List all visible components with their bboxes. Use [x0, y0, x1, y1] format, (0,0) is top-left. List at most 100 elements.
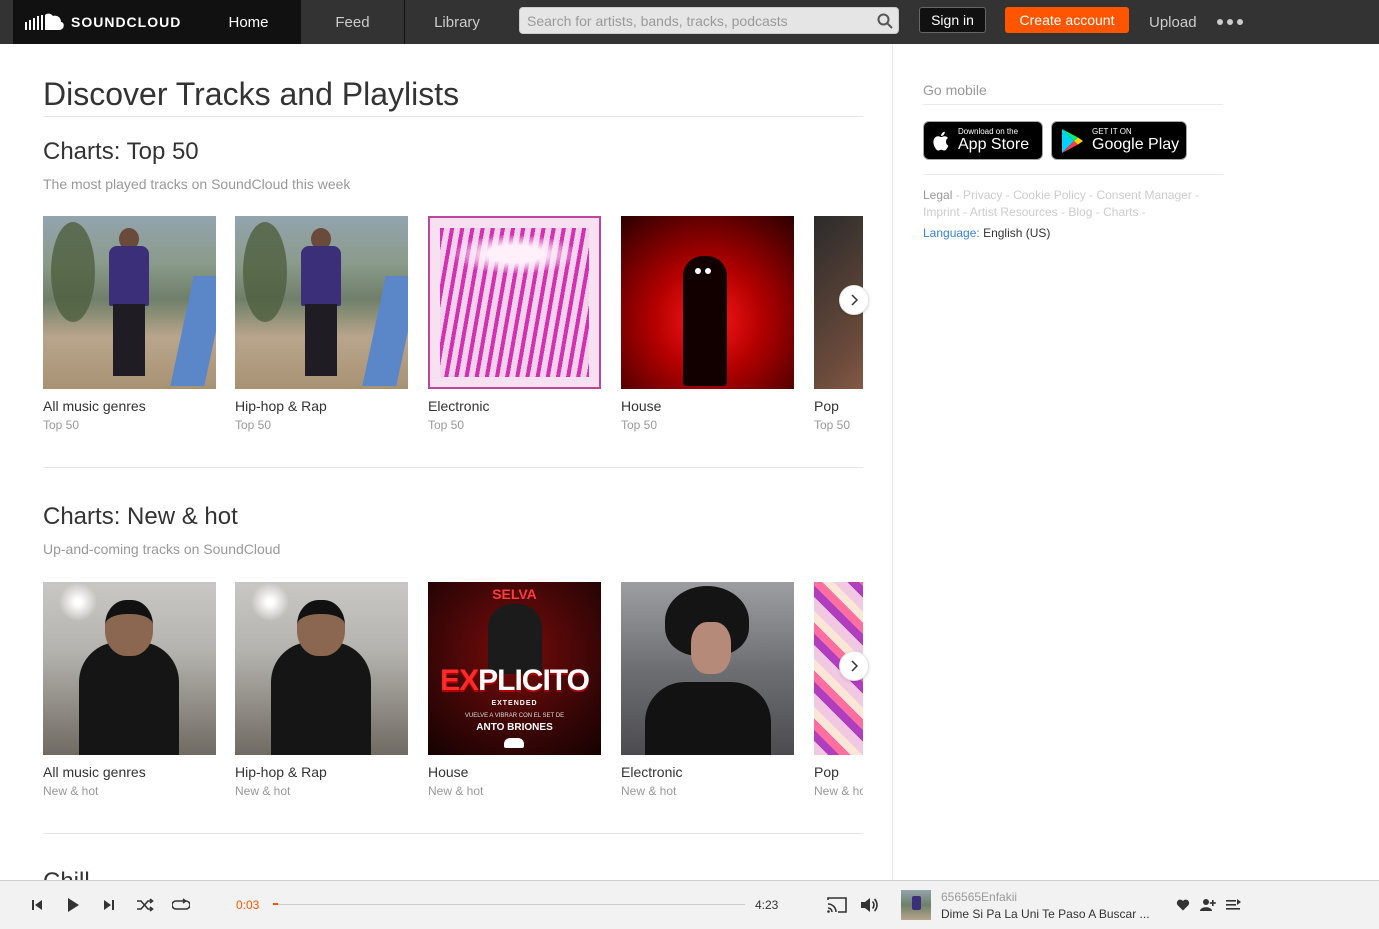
google-play-big-text: Google Play: [1092, 136, 1180, 153]
playlist-tile[interactable]: All music genres Top 50: [43, 216, 216, 432]
footer-link-artist-resources[interactable]: Artist Resources: [970, 205, 1058, 219]
section-top-50: Charts: Top 50 The most played tracks on…: [43, 138, 863, 432]
google-play-badge[interactable]: GET IT ON Google Play: [1051, 121, 1187, 160]
playlist-artwork[interactable]: [621, 582, 794, 755]
language-label[interactable]: Language:: [923, 226, 980, 240]
playlist-tile[interactable]: Electronic New & hot: [621, 582, 794, 798]
volume-button[interactable]: [858, 894, 880, 916]
playlist-title[interactable]: Hip-hop & Rap: [235, 764, 408, 780]
artwork-line1: VUELVE A VIBRAR CON EL SET DE: [464, 713, 565, 719]
soundcloud-cloud-icon: [25, 13, 64, 30]
now-playing-artist[interactable]: 656565Enfakii: [941, 890, 1017, 904]
playlist-title[interactable]: Electronic: [621, 764, 794, 780]
artwork-line2: ANTO BRIONES: [476, 722, 553, 733]
playlist-title[interactable]: House: [428, 764, 601, 780]
playlist-title[interactable]: Electronic: [428, 398, 601, 414]
like-button[interactable]: [1172, 894, 1194, 916]
footer-link-imprint[interactable]: Imprint: [923, 205, 960, 219]
repeat-icon: [172, 898, 190, 910]
heart-icon: [1176, 899, 1190, 911]
nav-home[interactable]: Home: [197, 0, 301, 44]
next-up-button[interactable]: [1222, 894, 1244, 916]
create-account-button[interactable]: Create account: [1005, 7, 1129, 33]
sign-in-button[interactable]: Sign in: [919, 7, 986, 33]
app-store-badge[interactable]: Download on the App Store: [923, 121, 1043, 160]
repeat-button[interactable]: [170, 894, 192, 916]
carousel-next-button[interactable]: [839, 285, 869, 315]
playlist-artwork[interactable]: [235, 582, 408, 755]
playlist-tile[interactable]: All music genres New & hot: [43, 582, 216, 798]
playlist-subtitle: New & hot: [43, 784, 99, 798]
playlist-artwork[interactable]: [428, 216, 601, 389]
playlist-title[interactable]: Hip-hop & Rap: [235, 398, 408, 414]
upload-link[interactable]: Upload: [1149, 0, 1197, 44]
playlist-artwork[interactable]: [621, 216, 794, 389]
nav-feed[interactable]: Feed: [301, 0, 405, 44]
playlist-artwork[interactable]: SELVA EXPLICITO EXTENDED VUELVE A VIBRAR…: [428, 582, 601, 755]
soundcloud-logo[interactable]: SOUNDCLOUD: [13, 0, 197, 44]
apple-icon: [933, 131, 949, 151]
right-sidebar: Go mobile Download on the App Store GET …: [892, 44, 1379, 880]
go-mobile-heading: Go mobile: [923, 82, 987, 98]
more-options-icon[interactable]: [1217, 12, 1243, 32]
artwork-explicito-text: EXPLICITO: [440, 664, 590, 697]
footer-link-cookie-policy[interactable]: Cookie Policy: [1013, 188, 1086, 202]
playlist-tile[interactable]: SELVA EXPLICITO EXTENDED VUELVE A VIBRAR…: [428, 582, 601, 798]
previous-track-button[interactable]: [26, 894, 48, 916]
footer-links: Legal - Privacy - Cookie Policy - Consen…: [923, 188, 1200, 219]
artwork-extended-text: EXTENDED: [491, 700, 538, 707]
app-store-big-text: App Store: [958, 136, 1030, 153]
language-selector[interactable]: Language: English (US): [923, 226, 1050, 240]
carousel-next-button[interactable]: [839, 651, 869, 681]
playlist-tile[interactable]: House Top 50: [621, 216, 794, 432]
section-subtitle: The most played tracks on SoundCloud thi…: [43, 176, 351, 192]
page-title: Discover Tracks and Playlists: [43, 76, 460, 112]
footer-link-legal[interactable]: Legal: [923, 188, 952, 202]
playlist-tile[interactable]: Pop Top 50: [814, 216, 863, 432]
playlist-title[interactable]: All music genres: [43, 398, 216, 414]
current-time: 0:03: [236, 898, 260, 912]
footer-link-charts[interactable]: Charts: [1103, 205, 1138, 219]
section-new-hot: Charts: New & hot Up-and-coming tracks o…: [43, 503, 863, 798]
playlist-artwork[interactable]: [43, 582, 216, 755]
soundcloud-mini-logo-icon: [504, 738, 524, 748]
playlist-tile[interactable]: Hip-hop & Rap Top 50: [235, 216, 408, 432]
playlist-title[interactable]: Pop: [814, 764, 863, 780]
playlist-artwork[interactable]: [235, 216, 408, 389]
track-duration: 4:23: [755, 898, 779, 912]
search-input[interactable]: [520, 8, 872, 33]
playback-bar: 0:03 4:23 656565Enfakii Dime Si Pa La Un…: [0, 880, 1379, 929]
playlist-artwork[interactable]: [43, 216, 216, 389]
playlist-tile[interactable]: Electronic Top 50: [428, 216, 601, 432]
playlist-title[interactable]: All music genres: [43, 764, 216, 780]
chevron-right-icon: [851, 294, 858, 306]
next-track-button[interactable]: [98, 894, 120, 916]
playlist-subtitle: Top 50: [621, 418, 658, 432]
playlist-subtitle: New & hot: [235, 784, 291, 798]
skip-forward-icon: [104, 900, 114, 910]
playlist-tile[interactable]: Pop New & hot: [814, 582, 863, 798]
play-button[interactable]: [62, 894, 84, 916]
sidebar-divider: [923, 104, 1223, 105]
playlist-title[interactable]: Pop: [814, 398, 863, 414]
now-playing-title[interactable]: Dime Si Pa La Uni Te Paso A Buscar ...: [941, 907, 1163, 921]
shuffle-icon: [137, 898, 154, 912]
footer-link-consent-manager[interactable]: Consent Manager: [1096, 188, 1191, 202]
playlist-title[interactable]: House: [621, 398, 794, 414]
cast-icon: [827, 897, 847, 913]
cast-button[interactable]: [825, 894, 849, 916]
footer-link-blog[interactable]: Blog: [1068, 205, 1092, 219]
playlist-subtitle: Top 50: [235, 418, 272, 432]
playlist-subtitle: Top 50: [814, 418, 851, 432]
footer-link-privacy[interactable]: Privacy: [963, 188, 1002, 202]
main-content: Discover Tracks and Playlists Charts: To…: [0, 44, 892, 880]
app-store-small-text: Download on the: [958, 127, 1019, 136]
carousel-top-50: All music genres Top 50 Hip-hop & Rap To…: [43, 216, 863, 446]
shuffle-button[interactable]: [134, 894, 156, 916]
search-icon[interactable]: [872, 8, 898, 34]
follow-button[interactable]: [1197, 894, 1219, 916]
nav-library[interactable]: Library: [405, 0, 509, 44]
progress-bar[interactable]: [273, 903, 745, 905]
now-playing-artwork[interactable]: [901, 890, 931, 920]
playlist-tile[interactable]: Hip-hop & Rap New & hot: [235, 582, 408, 798]
